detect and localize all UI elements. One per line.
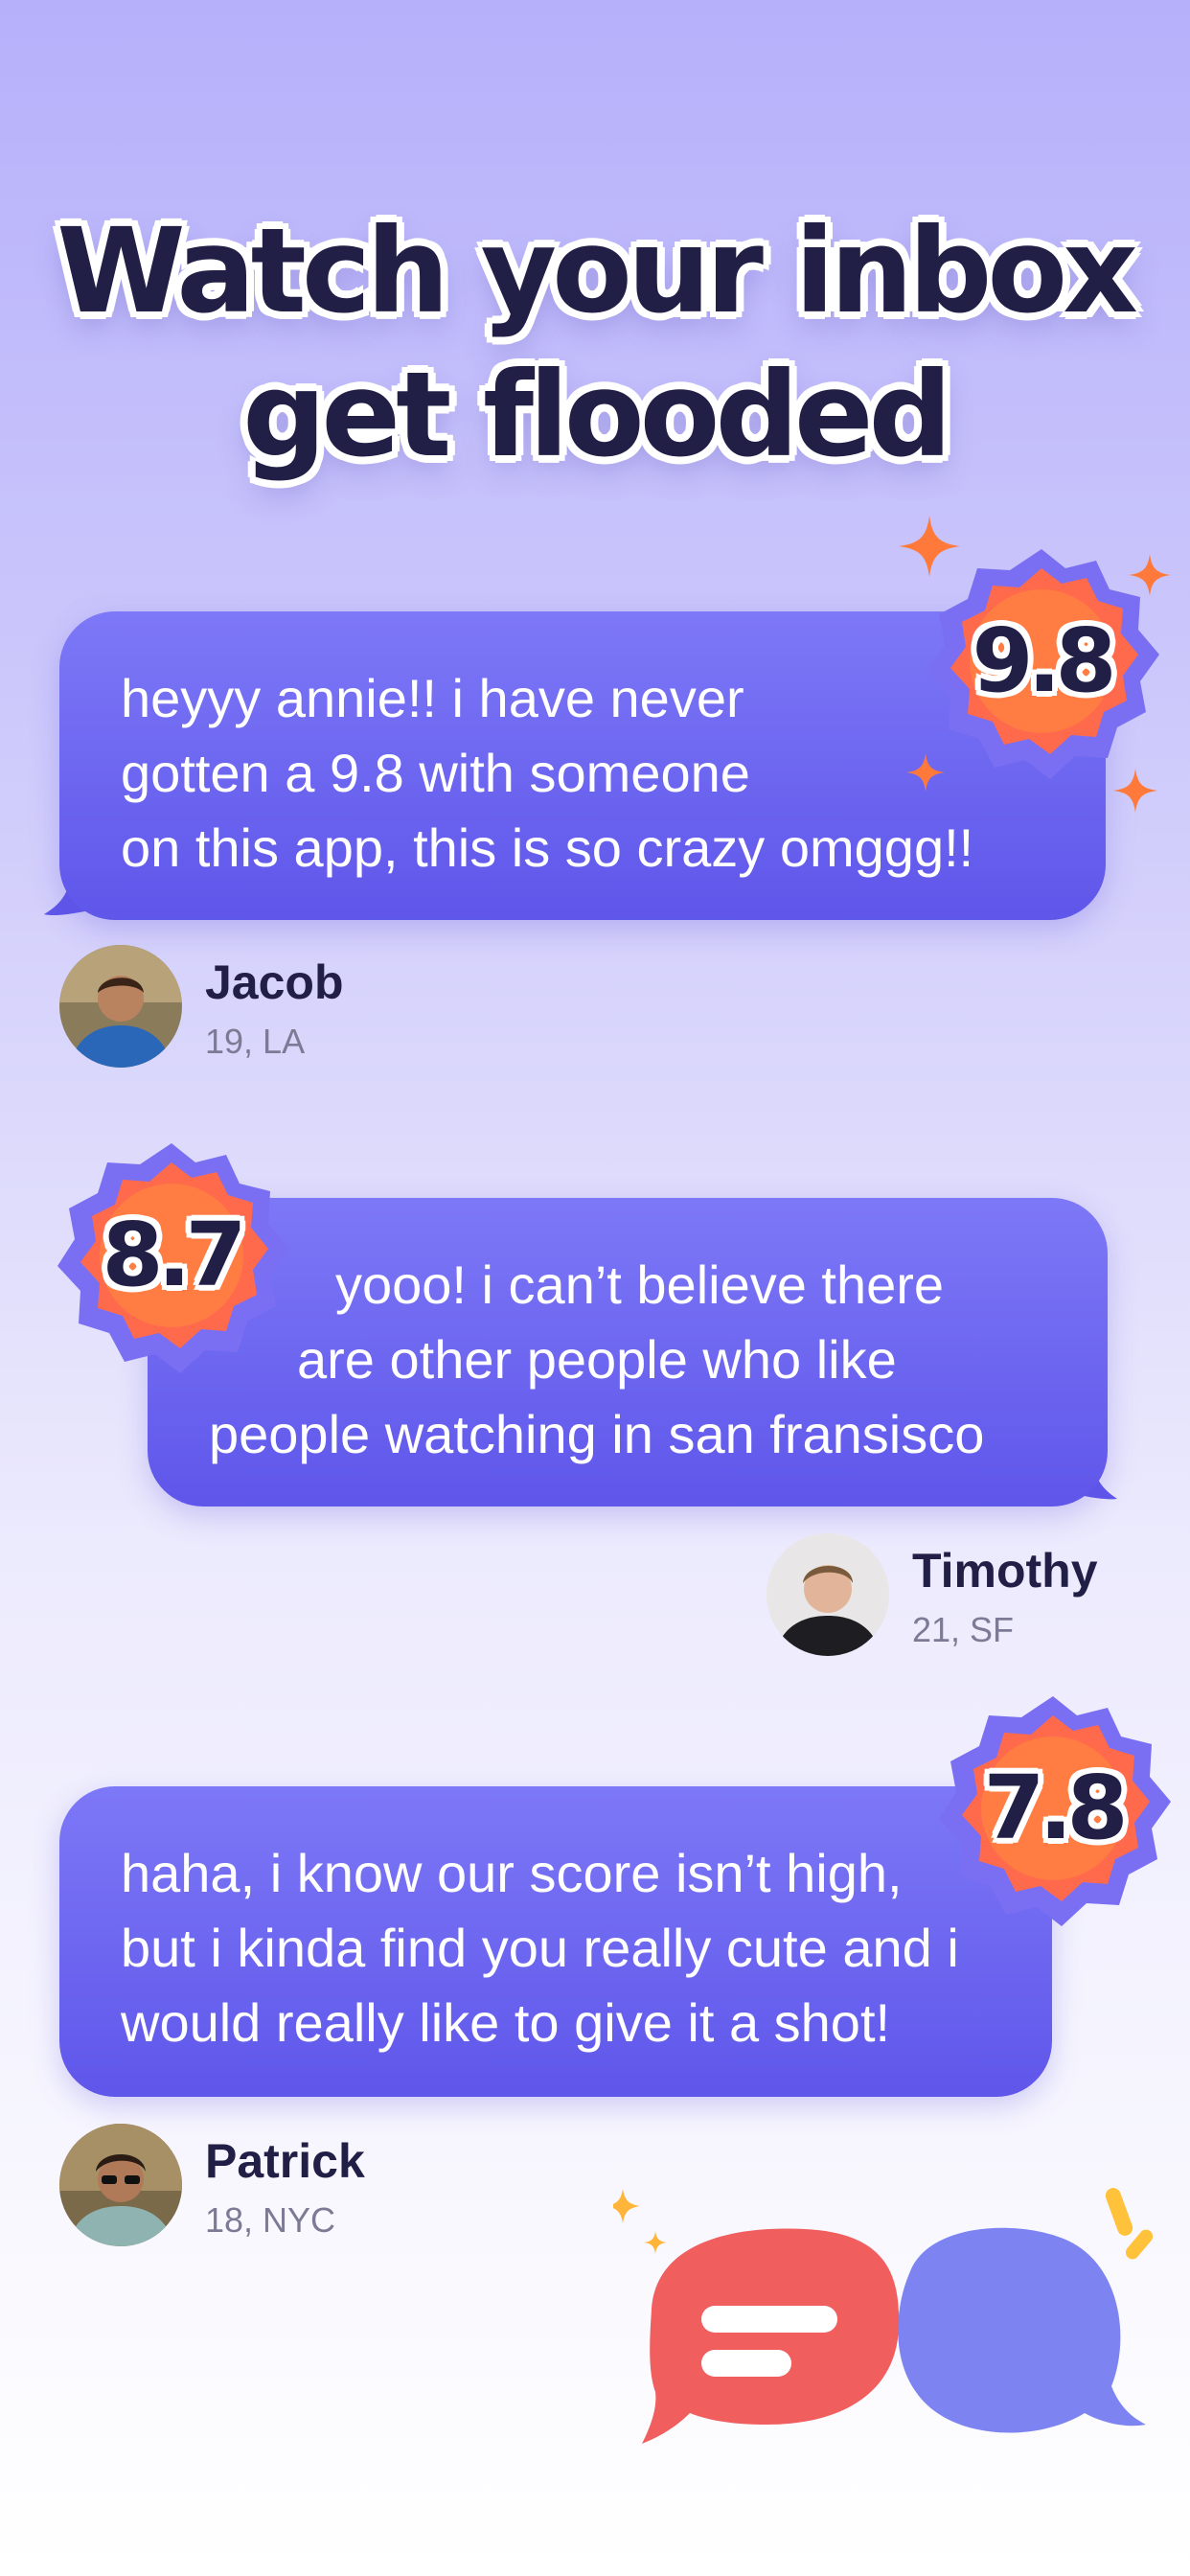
message-line: haha, i know our score isn’t high,	[121, 1843, 903, 1903]
blue-speech-bubble	[898, 2227, 1146, 2433]
score-badge: 7.8	[933, 1689, 1173, 1928]
headline-line-1: Watch your inbox	[57, 203, 1138, 339]
sparkle-icon	[1113, 769, 1157, 813]
sender-name: Jacob	[205, 955, 344, 1009]
sparkle-icon	[644, 2231, 667, 2254]
score-badge: 9.8	[922, 541, 1161, 781]
avatar	[59, 2124, 182, 2246]
burst-line	[1105, 2188, 1133, 2236]
message-line: gotten a 9.8 with someone	[121, 743, 750, 803]
sparkle-icon	[906, 753, 945, 792]
message-line: but i kinda find you really cute and i	[121, 1918, 959, 1978]
red-speech-bubble	[642, 2228, 900, 2444]
score-value: 8.7	[102, 1204, 247, 1306]
message-line: would really like to give it a shot!	[121, 1992, 891, 2053]
sender-name: Timothy	[912, 1544, 1098, 1598]
sender-age-location: 18, NYC	[205, 2200, 336, 2240]
score-value: 9.8	[972, 610, 1117, 712]
message-line: yooo! i can’t believe there	[335, 1254, 945, 1315]
sparkle-icon	[613, 2189, 640, 2223]
sender-patrick[interactable]: Patrick 18, NYC	[59, 2124, 443, 2248]
score-badge: 8.7	[52, 1136, 291, 1375]
headline-line-2: get flooded	[242, 347, 952, 483]
sparkle-icon	[1129, 554, 1171, 596]
sender-timothy[interactable]: Timothy 21, SF	[767, 1533, 1150, 1658]
sender-name: Patrick	[205, 2134, 365, 2188]
avatar	[59, 945, 182, 1068]
message-line: heyyy annie!! i have never	[121, 668, 744, 728]
sender-age-location: 21, SF	[912, 1610, 1015, 1649]
message-line: are other people who like	[297, 1329, 897, 1390]
message-line-shape	[701, 2350, 791, 2377]
score-value: 7.8	[983, 1757, 1129, 1859]
sender-age-location: 19, LA	[205, 1022, 306, 1061]
message-bubble-3[interactable]: haha, i know our score isn’t high, but i…	[59, 1786, 1052, 2097]
chat-bubbles-illustration	[613, 2188, 1154, 2444]
sender-jacob[interactable]: Jacob 19, LA	[59, 945, 443, 1070]
message-line: people watching in san fransisco	[209, 1404, 985, 1464]
sparkle-icon	[899, 516, 960, 577]
avatar	[767, 1533, 889, 1656]
message-line-shape	[701, 2306, 837, 2333]
message-line: on this app, this is so crazy omggg!!	[121, 817, 974, 878]
message-bubble-2[interactable]: yooo! i can’t believe there are other pe…	[148, 1198, 1108, 1506]
page-title: Watch your inbox get flooded	[0, 199, 1190, 487]
